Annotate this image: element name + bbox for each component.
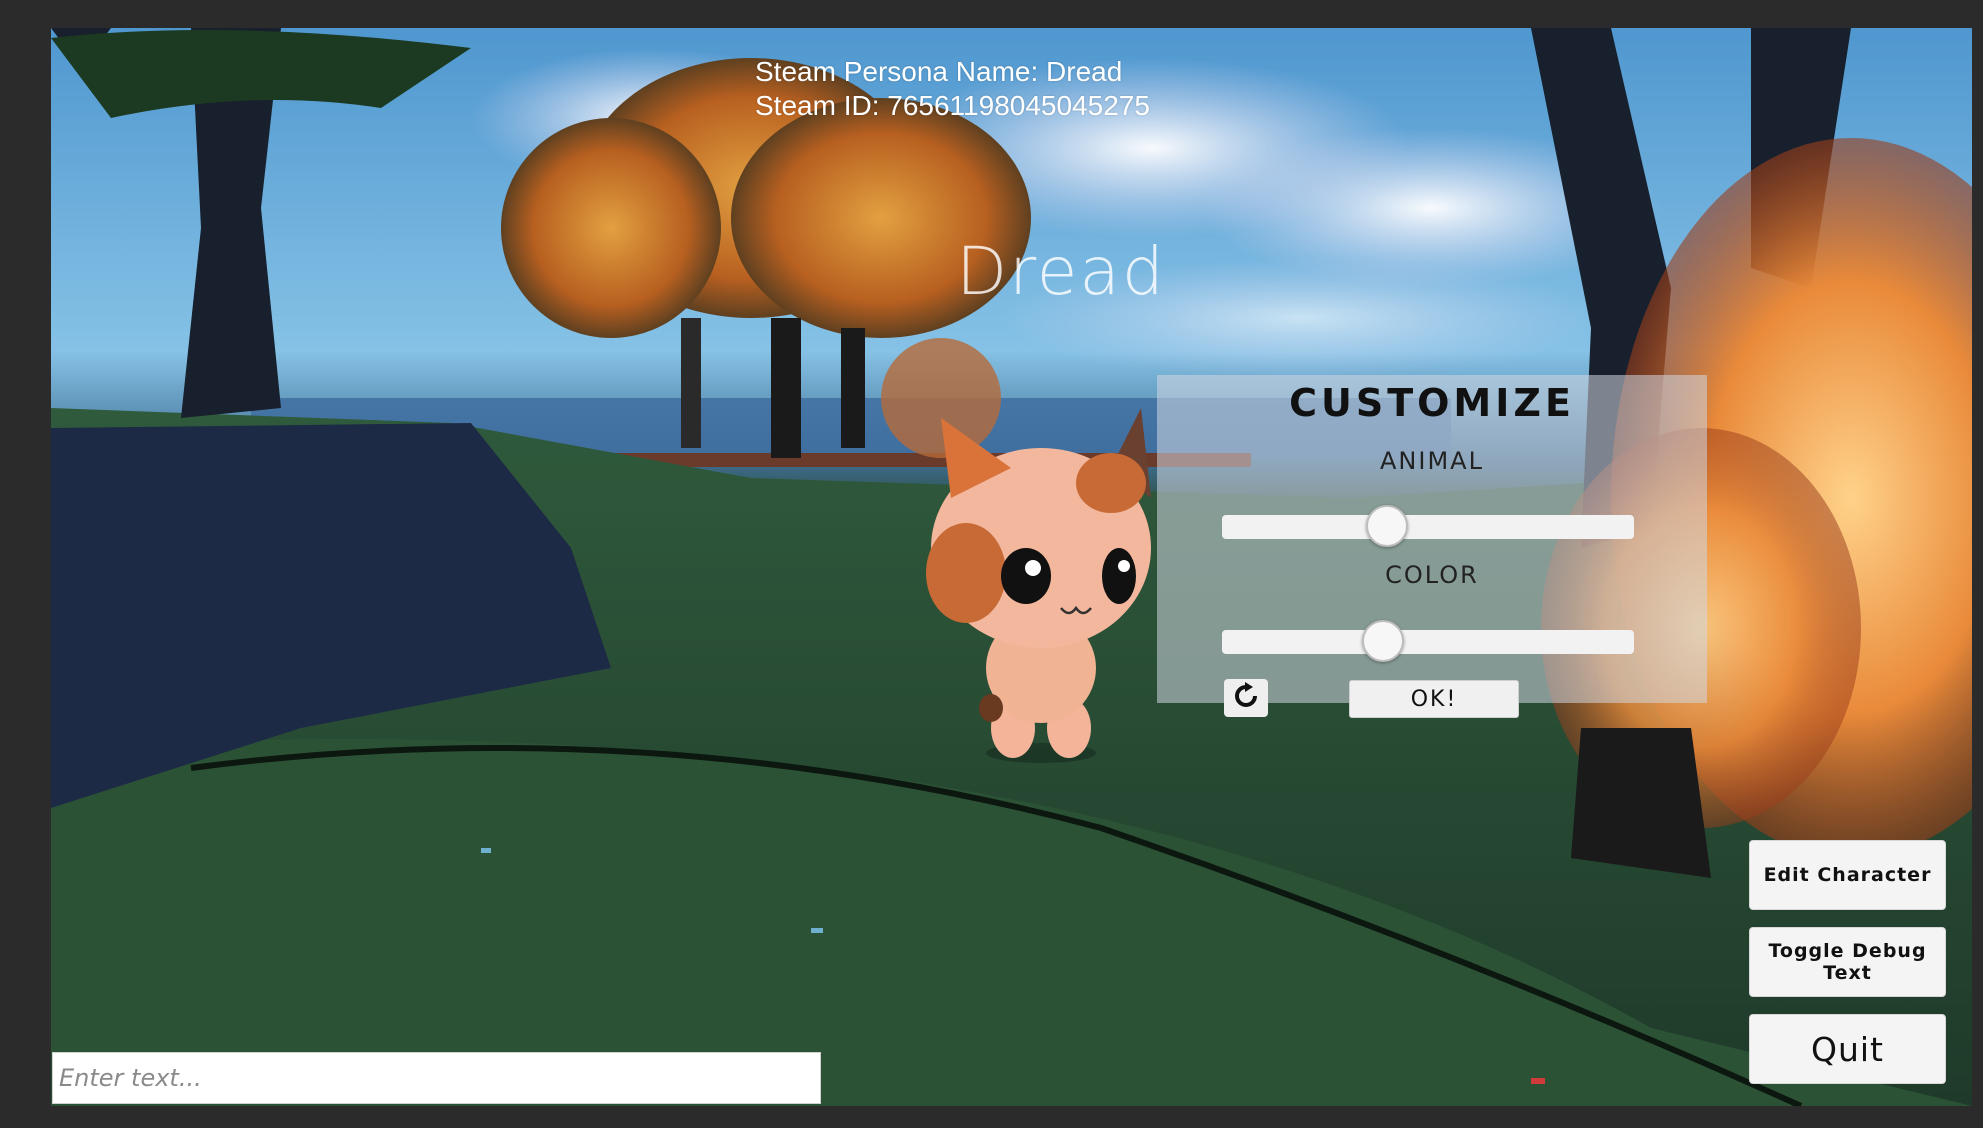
color-slider-handle[interactable] <box>1361 620 1404 662</box>
customize-panel: CUSTOMIZE ANIMAL COLOR OK! <box>1157 375 1707 718</box>
game-viewport[interactable]: Steam Persona Name: Dread Steam ID: 7656… <box>51 28 1972 1106</box>
player-nameplate: Dread <box>956 233 1166 310</box>
steam-id-text: Steam ID: 76561198045045275 <box>755 90 1150 121</box>
customize-title: CUSTOMIZE <box>1289 381 1575 425</box>
toggle-debug-text-button[interactable]: Toggle Debug Text <box>1749 927 1946 997</box>
edit-character-button[interactable]: Edit Character <box>1749 840 1946 910</box>
color-label: COLOR <box>1385 561 1479 589</box>
color-slider[interactable] <box>1222 620 1634 662</box>
randomize-button[interactable] <box>1224 679 1268 717</box>
animal-slider-handle[interactable] <box>1365 505 1408 547</box>
quit-button[interactable]: Quit <box>1749 1014 1946 1084</box>
persona-name-text: Steam Persona Name: Dread <box>755 56 1123 87</box>
refresh-icon <box>1231 681 1261 715</box>
chat-input[interactable] <box>52 1052 821 1104</box>
ok-button[interactable]: OK! <box>1349 680 1519 718</box>
animal-slider[interactable] <box>1222 505 1634 547</box>
animal-label: ANIMAL <box>1380 447 1484 475</box>
